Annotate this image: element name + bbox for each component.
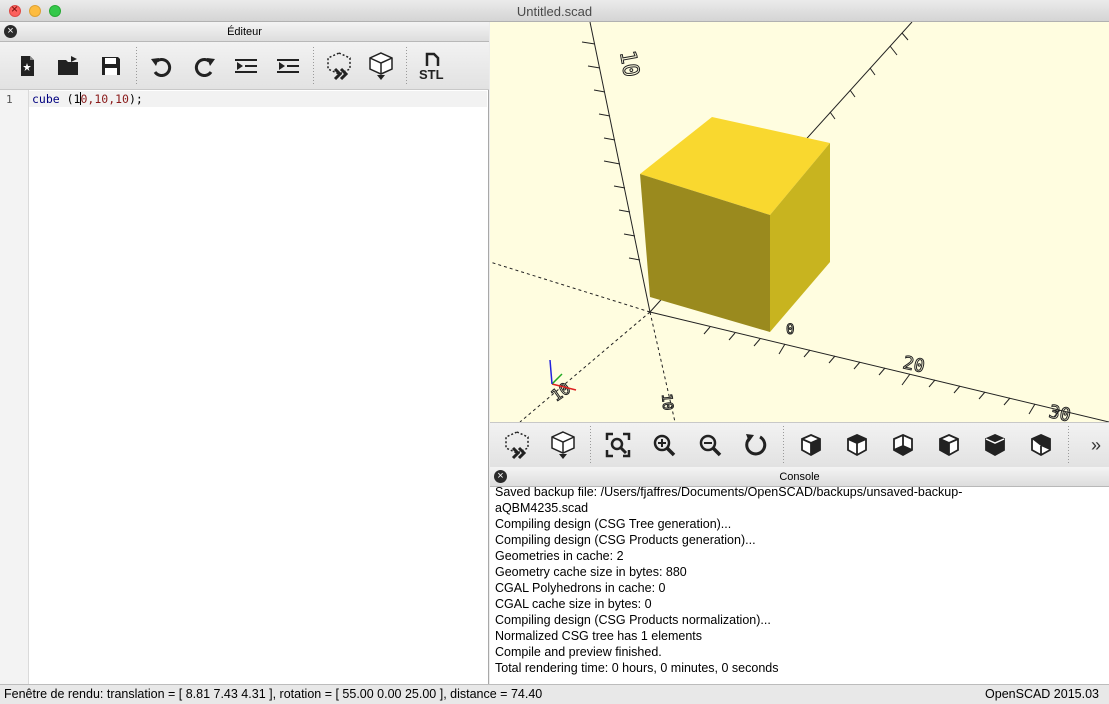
view-left-button[interactable] [926,425,972,465]
y-axis-ticks [829,32,909,120]
render-icon [551,431,575,459]
console-panel-header: × Console [490,467,1109,487]
export-stl-icon: STL [419,52,444,82]
new-file-icon [21,55,34,76]
zoom-all-button[interactable] [595,425,641,465]
indent-icon [277,58,299,73]
console-line: CGAL cache size in bytes: 0 [495,597,652,611]
console-line: Normalized CSG tree has 1 elements [495,629,703,643]
reset-view-button[interactable] [733,425,779,465]
view-render-button[interactable] [540,425,586,465]
console-line: Compiling design (CSG Tree generation)..… [495,517,732,531]
view-right-icon [801,434,821,457]
code-close: ); [128,92,143,106]
console-line: Total rendering time: 0 hours, 0 minutes… [495,661,779,675]
stl-label: STL [419,67,444,82]
new-file-button[interactable] [6,46,48,86]
redo-icon [194,57,215,77]
viewport-canvas: 10 0 20 30 10 10 [490,22,1109,422]
undo-icon [151,57,172,77]
console-line: Compiling design (CSG Products generatio… [495,533,756,547]
undo-button[interactable] [141,46,183,86]
editor-close-icon[interactable]: × [4,25,17,38]
x-neg-axis-line [490,261,651,313]
x-axis-ticks [703,326,1061,418]
z-axis-label-10: 10 [614,49,643,79]
reset-view-icon [745,434,767,456]
preview-icon [505,431,529,460]
console-line: Compiling design (CSG Products normaliza… [495,613,771,627]
version-text: OpenSCAD 2015.03 [985,687,1099,701]
render-viewport[interactable]: 10 0 20 30 10 10 [490,22,1109,422]
viewport-status-text: Fenêtre de rendu: translation = [ 8.81 7… [4,687,543,701]
open-file-icon [58,55,78,75]
neg-z-axis-label: 10 [658,393,675,411]
editor-panel-title: Éditeur [227,26,262,38]
preview-icon [327,51,351,80]
indent-button[interactable] [267,46,309,86]
view-top-icon [847,434,867,457]
window-titlebar: Untitled.scad [0,0,1109,22]
zoom-out-icon [699,434,722,457]
unindent-icon [235,58,257,73]
view-right-button[interactable] [788,425,834,465]
view-toolbar: » [490,422,1109,467]
view-preview-button[interactable] [494,425,540,465]
console-line: aQBM4235.scad [495,501,589,515]
save-button[interactable] [90,46,132,86]
view-top-button[interactable] [834,425,880,465]
code-keyword: cube [32,92,60,106]
render-icon [369,51,393,80]
toolbar-separator [590,426,591,464]
open-file-button[interactable] [48,46,90,86]
view-back-button[interactable] [1018,425,1064,465]
preview-button[interactable] [318,46,360,86]
view-front-icon [985,434,1005,457]
view-bottom-button[interactable] [880,425,926,465]
console-line: Geometry cache size in bytes: 880 [495,565,687,579]
toolbar-separator [1068,426,1069,464]
line-number-gutter: 1 [0,90,29,684]
view-bottom-icon [893,434,913,457]
save-icon [102,56,120,75]
view-back-icon [1031,434,1051,457]
redo-button[interactable] [183,46,225,86]
console-line: Geometries in cache: 2 [495,549,624,563]
x-axis-label-0: 0 [786,322,794,338]
toolbar-separator [406,46,407,85]
zoom-out-button[interactable] [687,425,733,465]
toolbar-separator [783,426,784,464]
zoom-in-button[interactable] [641,425,687,465]
console-output[interactable]: Saved backup file: /Users/fjaffres/Docum… [490,487,1109,684]
x-axis-label-30: 30 [1047,401,1073,422]
console-line: CGAL Polyhedrons in cache: 0 [495,581,666,595]
console-line: Saved backup file: /Users/fjaffres/Docum… [495,487,963,499]
code-args: ,10,10 [87,92,129,106]
status-bar: Fenêtre de rendu: translation = [ 8.81 7… [0,684,1109,704]
toolbar-separator [136,46,137,85]
zoom-in-icon [653,434,676,457]
code-line[interactable]: cube (10,10,10); [29,91,487,107]
window-title: Untitled.scad [516,4,593,19]
unindent-button[interactable] [225,46,267,86]
x-axis-line [649,311,1109,422]
x-axis-label-20: 20 [901,352,927,377]
console-panel-title: Console [779,471,820,483]
code-open: (1 [59,92,81,106]
editor-panel-header: × Éditeur [0,22,489,42]
editor-toolbar: STL [0,42,489,90]
y-neg-axis-line [519,311,651,422]
export-stl-button[interactable]: STL [411,46,453,86]
zoom-all-icon [605,432,631,458]
console-line: Compile and preview finished. [495,645,662,659]
toolbar-separator [313,46,314,85]
view-front-button[interactable] [972,425,1018,465]
line-number: 1 [6,93,13,106]
toolbar-overflow-button[interactable]: » [1083,425,1109,465]
code-editor[interactable]: 1 cube (10,10,10); [0,90,489,684]
view-left-icon [939,434,959,457]
console-close-icon[interactable]: × [494,470,507,483]
render-button[interactable] [360,46,402,86]
